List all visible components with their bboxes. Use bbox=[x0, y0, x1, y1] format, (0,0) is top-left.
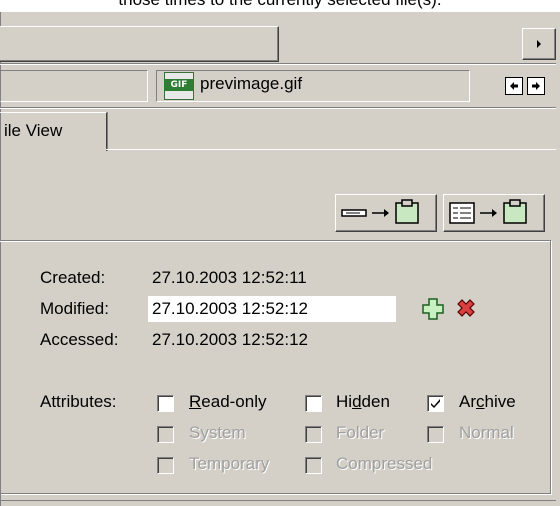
copy-list-to-clipboard-button[interactable] bbox=[443, 194, 545, 232]
modified-value: 27.10.2003 12:52:12 bbox=[152, 299, 308, 318]
checkbox-hidden-label[interactable]: Hidden bbox=[336, 392, 390, 412]
nav-back-icon bbox=[510, 82, 518, 90]
checkbox-archive[interactable] bbox=[427, 395, 444, 412]
horizontal-scrollbar-thumb[interactable] bbox=[0, 26, 279, 62]
checkbox-archive-label[interactable]: Archive bbox=[459, 392, 516, 412]
checkbox-normal-label: Normal bbox=[459, 423, 514, 442]
nav-forward-icon bbox=[532, 82, 540, 90]
checkbox-hidden[interactable] bbox=[305, 395, 322, 412]
copy-list-to-clipboard-icon bbox=[449, 199, 527, 224]
copy-field-to-clipboard-icon bbox=[341, 199, 419, 224]
checkbox-system bbox=[157, 426, 174, 443]
checkbox-folder-label: Folder bbox=[336, 423, 385, 442]
modified-label: Modified: bbox=[40, 299, 109, 318]
checkbox-read-only-label[interactable]: Read-only bbox=[189, 392, 267, 412]
tab-baseline bbox=[106, 149, 556, 150]
attributes-label: Attributes: bbox=[40, 392, 117, 411]
checkbox-folder bbox=[305, 426, 322, 443]
bottom-divider bbox=[0, 500, 556, 501]
created-label: Created: bbox=[40, 268, 106, 287]
divider bbox=[0, 107, 556, 109]
created-value: 27.10.2003 12:52:11 bbox=[152, 268, 307, 287]
divider bbox=[0, 63, 556, 65]
checkbox-system-label: System bbox=[189, 423, 246, 442]
checkbox-temporary-label: Temporary bbox=[189, 454, 270, 473]
file-name: previmage.gif bbox=[200, 74, 303, 93]
caption-text: those times to the currently selected fi… bbox=[0, 0, 560, 10]
accessed-value: 27.10.2003 12:52:12 bbox=[152, 330, 308, 349]
add-icon[interactable] bbox=[422, 298, 444, 320]
checkbox-read-only[interactable] bbox=[157, 395, 174, 412]
nav-forward-button[interactable] bbox=[527, 77, 545, 95]
tab-file-view-label: ile View bbox=[4, 121, 63, 140]
checkbox-compressed bbox=[305, 457, 322, 474]
scroll-right-button[interactable] bbox=[522, 28, 556, 60]
copy-field-to-clipboard-button[interactable] bbox=[335, 194, 437, 232]
scroll-right-arrow-icon bbox=[537, 40, 541, 48]
checkbox-normal bbox=[427, 426, 444, 443]
path-segment[interactable] bbox=[0, 70, 148, 102]
checkbox-temporary bbox=[157, 457, 174, 474]
gif-file-icon-label: GIF bbox=[164, 79, 194, 91]
checkmark-icon bbox=[431, 399, 440, 408]
nav-back-button[interactable] bbox=[505, 77, 523, 95]
checkbox-compressed-label: Compressed bbox=[336, 454, 433, 473]
delete-icon[interactable] bbox=[455, 297, 477, 319]
gif-file-icon: GIF bbox=[164, 72, 194, 100]
accessed-label: Accessed: bbox=[40, 330, 119, 349]
